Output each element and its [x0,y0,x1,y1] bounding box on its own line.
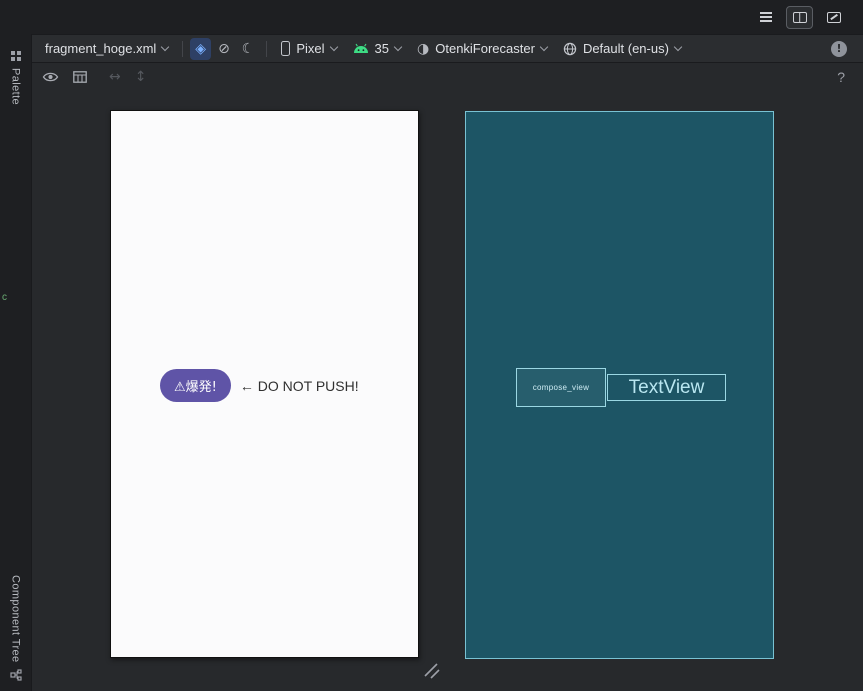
no-frame-icon: ⊘ [218,40,230,57]
compose-view-component[interactable]: compose_view [516,368,606,407]
theme-icon: ◑ [417,40,430,57]
preview-content-row: ⚠爆発! ← DO NOT PUSH! [160,369,359,402]
pan-horizontal-button[interactable]: ↔ [109,69,121,85]
night-mode-icon: ☾ [241,40,255,57]
window-top-bar [0,0,863,34]
surface-toolbar: ↔ ↕ ? [32,63,863,91]
file-tab-dropdown[interactable]: fragment_hoge.xml [38,38,175,60]
do-not-push-label[interactable]: ← DO NOT PUSH! [240,378,359,394]
code-view-button[interactable] [752,6,779,29]
theme-name: OtenkiForecaster [435,41,535,56]
split-view-button[interactable] [786,5,813,29]
palette-label: Palette [9,68,22,106]
design-surface-mode-button[interactable]: ◈ [190,37,212,60]
design-toolbar: fragment_hoge.xml ◈ ⊘ ☾ Pixel 35 ◑ Otenk… [32,34,863,63]
pan-horizontal-icon: ↔ [109,69,121,85]
textview-component[interactable]: TextView [607,374,726,401]
night-mode-button[interactable]: ☾ [237,38,260,60]
layout-editor-window: Palette c Component Tree fragment_hoge.x… [0,0,863,691]
device-name: Pixel [296,41,325,56]
theme-dropdown[interactable]: ◑ OtenkiForecaster [410,38,554,60]
left-tool-stripe: Palette c Component Tree [0,34,32,691]
pan-vertical-button[interactable]: ↕ [135,69,147,85]
android-icon [353,43,368,53]
phone-icon [281,41,291,56]
view-options-button[interactable] [42,71,59,83]
api-level: 35 [374,41,390,56]
component-tree-label: Component Tree [9,575,22,663]
resize-handle[interactable] [422,661,442,681]
eye-icon [42,72,59,82]
device-dropdown[interactable]: Pixel [274,38,343,60]
layers-icon: ◈ [195,40,207,57]
system-ui-toggle-button[interactable] [73,71,87,83]
toolbar-divider [182,40,184,57]
split-view-icon [792,11,807,23]
chevron-down-icon [329,42,338,51]
toolbar-divider [266,40,268,57]
component-tree-icon [9,669,22,681]
locale-name: Default (en-us) [582,41,669,56]
pan-vertical-icon: ↕ [134,69,147,85]
globe-icon [563,42,577,55]
explosion-button[interactable]: ⚠爆発! [160,369,231,402]
design-view-button[interactable] [820,6,847,29]
locale-dropdown[interactable]: Default (en-us) [556,38,688,60]
help-button[interactable]: ? [837,69,845,85]
code-view-icon [759,12,772,22]
compose-view-label: compose_view [532,383,590,392]
chevron-down-icon [673,42,683,51]
issues-indicator[interactable]: ! [831,40,847,57]
api-level-dropdown[interactable]: 35 [346,38,408,60]
textview-label: TextView [628,376,705,398]
file-name: fragment_hoge.xml [45,41,157,56]
blueprint-surface[interactable]: compose_view TextView [465,111,774,659]
sidebar-item-component-tree[interactable]: Component Tree [0,575,31,681]
design-view-icon [826,11,841,23]
stripe-marker: c [2,292,7,303]
chevron-down-icon [393,42,403,51]
chevron-down-icon [539,42,549,51]
table-icon [73,71,87,83]
sidebar-item-palette[interactable]: Palette [0,50,31,105]
no-device-frame-button[interactable]: ⊘ [213,38,235,60]
chevron-down-icon [161,42,170,51]
design-preview-surface[interactable]: ⚠爆発! ← DO NOT PUSH! [110,110,419,658]
palette-icon [10,51,21,61]
